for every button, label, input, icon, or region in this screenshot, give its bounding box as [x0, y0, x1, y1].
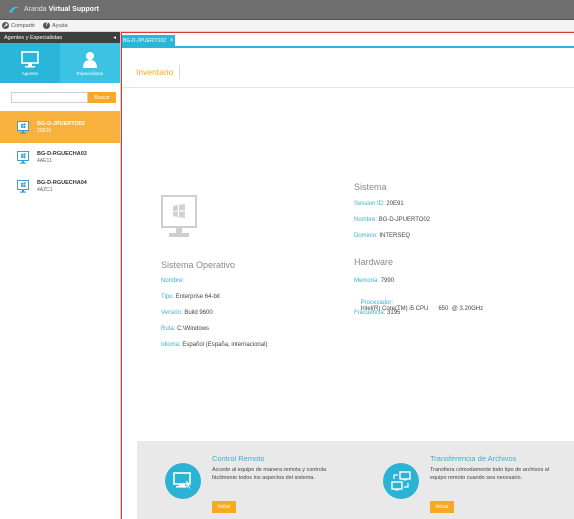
field-label: Session ID:: [354, 201, 385, 207]
computer-illustration-icon: [161, 195, 197, 237]
tab-specialists[interactable]: Especialistas: [60, 43, 120, 83]
section-title-os: Sistema Operativo: [161, 260, 236, 270]
agent-code: 20E91: [37, 127, 52, 134]
remote-control-icon: [165, 463, 201, 499]
search-button[interactable]: Buscar: [88, 92, 116, 103]
field-label: Dominio:: [354, 233, 378, 239]
app-brand: Aranda: [24, 6, 47, 13]
app-product: Virtual Support: [48, 6, 100, 13]
search-input[interactable]: [11, 92, 89, 103]
agent-item[interactable]: BG-D-RGUECHA04 4AZC1: [0, 172, 120, 201]
field-value: 20E91: [386, 201, 404, 207]
field-label: Idioma:: [161, 342, 181, 348]
agent-code: 4AE11: [37, 158, 52, 164]
menu-share-label: Compartir: [11, 22, 36, 29]
document-tab-strip: BG-D-JPUERTO02 ×: [121, 32, 574, 49]
tab-specialists-label: Especialistas: [76, 70, 104, 76]
file-transfer-icon: [383, 463, 419, 499]
agent-name: BG-D-RGUECHA04: [37, 180, 87, 186]
agent-search: Buscar: [0, 83, 120, 107]
monitor-icon: [21, 50, 39, 67]
field-value: INTERSEQ: [379, 233, 411, 239]
title-bar: Aranda Virtual Support: [0, 0, 574, 20]
hardware-row: Memoria: 7990: [354, 278, 394, 284]
feature-description: Transfiera cómodamente todo tipo de arch…: [430, 467, 550, 481]
sidebar-title: Agentes y Especialistas: [4, 34, 63, 41]
field-value: BG-D-JPUERTO02: [378, 217, 431, 223]
feature-description: Accede al equipo de manera remota y cont…: [212, 467, 327, 481]
section-title-system: Sistema: [354, 182, 387, 192]
agent-item[interactable]: BG-D-RGUECHA03 4AE11: [0, 143, 120, 172]
agent-name: BG-D-JPUERTO02: [37, 120, 85, 127]
agent-name: BG-D-RGUECHA03: [37, 151, 87, 157]
section-title-hardware: Hardware: [354, 257, 394, 267]
tab-inventory[interactable]: Inventario: [136, 67, 173, 77]
agent-code: 4AZC1: [37, 187, 53, 193]
tab-agents-label: Agentes: [21, 70, 39, 76]
field-value: 7990: [380, 278, 395, 284]
computer-icon: [17, 120, 29, 134]
system-row: Session ID: 20E91: [354, 201, 404, 207]
computer-icon: [17, 151, 29, 164]
field-label: Memoria:: [354, 278, 380, 284]
tab-separator: [179, 65, 180, 79]
tab-underline: [121, 46, 574, 48]
start-file-transfer-button[interactable]: Iniciar: [430, 501, 454, 513]
divider: [122, 87, 574, 88]
hardware-row: Frecuencia: 3195: [354, 310, 400, 316]
collapse-icon[interactable]: ◂: [113, 35, 116, 41]
aranda-logo-icon: [9, 6, 19, 13]
os-row: Versión: Build 9600: [161, 310, 213, 316]
tab-session-label: BG-D-JPUERTO02: [123, 37, 166, 44]
menu-bar: Compartir ? Ayuda: [0, 20, 574, 32]
field-label: Ruta:: [161, 326, 176, 332]
feature-file-transfer: Transferencia de Archivos Transfiera cóm…: [355, 441, 555, 519]
field-value: Enterprise 64-bit: [175, 294, 220, 300]
feature-panel: Control Remoto Accede al equipo de maner…: [137, 441, 574, 519]
tab-session[interactable]: BG-D-JPUERTO02 ×: [121, 35, 175, 46]
feature-remote-control: Control Remoto Accede al equipo de maner…: [137, 441, 337, 519]
field-label: Nombre:: [161, 278, 185, 284]
sidebar-tabs: Agentes Especialistas: [0, 43, 120, 83]
share-icon: [2, 22, 9, 29]
tab-agents[interactable]: Agentes: [0, 43, 60, 83]
agent-list: BG-D-JPUERTO02 20E91 BG-D-RGUECHA03 4AE1…: [0, 111, 120, 201]
os-row: Tipo: Enterprise 64-bit: [161, 294, 220, 300]
field-label: Tipo:: [161, 294, 175, 300]
os-row: Ruta: C:\Windows: [161, 326, 209, 332]
os-row: Idioma: Español (España, internacional): [161, 342, 267, 348]
menu-share[interactable]: Compartir: [2, 22, 35, 29]
close-icon[interactable]: ×: [170, 38, 174, 44]
field-label: Versión:: [161, 310, 183, 316]
field-value: Español (España, internacional): [182, 342, 268, 348]
menu-help-label: Ayuda: [52, 22, 68, 29]
sidebar: Agentes y Especialistas ◂ Agentes Especi…: [0, 32, 121, 519]
field-label: Frecuencia:: [354, 310, 386, 316]
help-icon: ?: [43, 22, 51, 29]
field-value: C:\Windows: [177, 326, 210, 332]
start-remote-control-button[interactable]: Iniciar: [212, 501, 236, 513]
feature-title: Transferencia de Archivos: [430, 454, 517, 463]
user-icon: [83, 51, 97, 68]
system-row: Nombre: BG-D-JPUERTO02: [354, 217, 430, 223]
field-label: Nombre:: [354, 217, 378, 223]
sidebar-header: Agentes y Especialistas ◂: [0, 32, 120, 43]
feature-title: Control Remoto: [212, 454, 265, 463]
field-value: Build 9600: [184, 310, 213, 316]
os-row: Nombre:: [161, 278, 184, 284]
computer-icon: [17, 180, 29, 193]
system-row: Dominio: INTERSEQ: [354, 233, 410, 239]
agent-item[interactable]: BG-D-JPUERTO02 20E91: [0, 111, 120, 143]
menu-help[interactable]: ? Ayuda: [43, 22, 68, 29]
field-value: 3195: [387, 310, 401, 316]
session-content: Inventario Sistema Session ID: 20E91 Nom…: [122, 49, 574, 519]
